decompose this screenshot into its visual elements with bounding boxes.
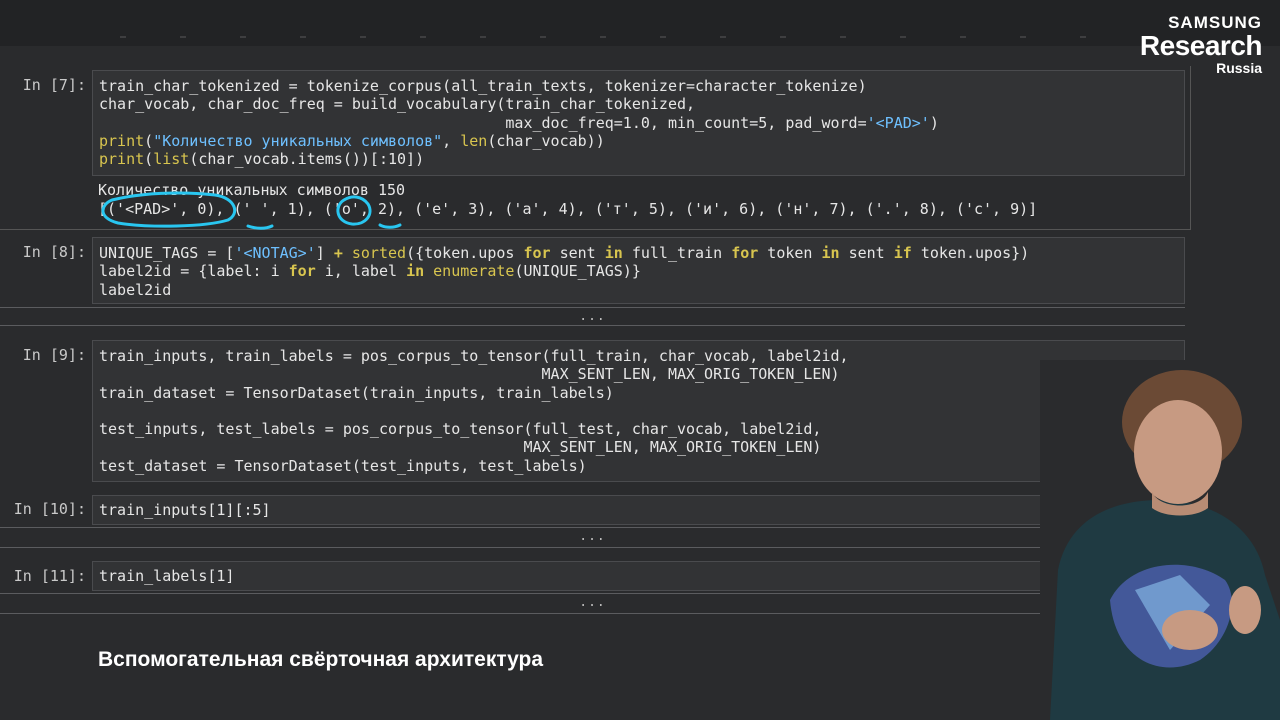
code-token: enumerate [433, 262, 515, 281]
code-token: ) [929, 113, 939, 132]
code-token: train_labels[1] [99, 567, 235, 585]
code-token: "Количество уникальных символов" [153, 131, 443, 150]
code-token: list [153, 150, 190, 169]
scrolled-text-remnant [120, 36, 1110, 38]
cell-11-prompt: In [11]: [13, 567, 86, 585]
cell-11-separator [0, 593, 1185, 594]
cell-7-output-line-1: Количество уникальных символов 150 [98, 181, 406, 199]
code-token: test_inputs, test_labels = pos_corpus_to… [99, 420, 822, 439]
code-token: print [99, 150, 145, 169]
presenter-video-overlay [1040, 360, 1280, 720]
cell-10-code: train_inputs[1][:5] [99, 501, 271, 519]
code-token: ( [144, 150, 154, 169]
code-token: train_char_tokenized = tokenize_corpus(a… [99, 77, 867, 95]
code-token: for [731, 244, 759, 262]
cell-7-code-editor[interactable]: train_char_tokenized = tokenize_corpus(a… [92, 70, 1185, 176]
cell-8-code-editor[interactable]: UNIQUE_TAGS = ['<NOTAG>'] + sorted({toke… [92, 237, 1185, 304]
code-token: MAX_SENT_LEN, MAX_ORIG_TOKEN_LEN) [99, 365, 840, 384]
code-token: char_vocab, char_doc_freq = build_vocabu… [99, 95, 696, 114]
cell-9-code-editor[interactable]: train_inputs, train_labels = pos_corpus_… [92, 340, 1185, 482]
cell-8-code: UNIQUE_TAGS = ['<NOTAG>'] + sorted({toke… [99, 244, 1029, 299]
cell-11-collapsed-output[interactable]: ... [0, 595, 1185, 610]
cell-10-collapsed-output[interactable]: ... [0, 529, 1185, 544]
code-token: ] [315, 244, 334, 262]
cell-11-code: train_labels[1] [99, 567, 234, 585]
code-token: token [758, 244, 822, 262]
markdown-heading: Вспомогательная свёрточная архитектура [98, 648, 544, 671]
code-token: if [893, 244, 912, 262]
code-token: len [460, 131, 488, 150]
code-token: for [523, 244, 551, 262]
code-token: MAX_SENT_LEN, MAX_ORIG_TOKEN_LEN) [99, 438, 822, 457]
code-token: label2id [99, 280, 172, 299]
code-token: print [99, 131, 145, 150]
code-token: '<NOTAG>' [234, 244, 316, 262]
code-token: ({token.upos [406, 244, 524, 262]
code-token: i, label [315, 262, 407, 281]
code-token: max_doc_freq=1.0, min_count=5, pad_word= [99, 113, 867, 132]
code-token: (char_vocab.items())[:10]) [189, 150, 425, 169]
code-token: sent [550, 244, 605, 262]
code-token: UNIQUE_TAGS = [ [99, 244, 235, 262]
logo-line-1: SAMSUNG [1168, 13, 1262, 32]
cell-11-separator-bottom [0, 613, 1185, 614]
code-token: train_inputs[1][:5] [99, 501, 271, 519]
code-token: label2id = {label: i [99, 262, 289, 281]
code-token: in [604, 244, 623, 262]
code-token: full_train [622, 244, 732, 262]
cell-8-separator [0, 307, 1185, 308]
cell-10-separator [0, 527, 1185, 528]
cell-7-output-line-2: [('<PAD>', 0), (' ', 1), ('о', 2), ('е',… [98, 200, 1038, 218]
code-token: train_dataset = TensorDataset(train_inpu… [99, 383, 614, 402]
code-token: token.upos}) [911, 244, 1030, 262]
cell-7-prompt: In [7]: [22, 76, 86, 94]
top-bar [0, 0, 1280, 46]
code-token: sent [839, 244, 894, 262]
code-token: '<PAD>' [866, 113, 930, 132]
cell-8-prompt: In [8]: [22, 243, 86, 261]
cell-7-code: train_char_tokenized = tokenize_corpus(a… [99, 77, 939, 168]
logo-line-2: Research [1139, 30, 1263, 61]
code-token: for [288, 262, 316, 281]
code-token: + [333, 244, 343, 262]
cell-8-collapsed-output[interactable]: ... [0, 309, 1185, 324]
code-token: (char_vocab)) [487, 131, 605, 150]
code-token: test_dataset = TensorDataset(test_inputs… [99, 456, 587, 475]
code-token: train_inputs, train_labels = pos_corpus_… [99, 347, 849, 365]
cell-9-code: train_inputs, train_labels = pos_corpus_… [99, 347, 849, 475]
code-token: (UNIQUE_TAGS)} [514, 262, 641, 281]
code-token: ( [144, 131, 154, 150]
cell-10-prompt: In [10]: [13, 500, 86, 518]
code-token: in [406, 262, 425, 281]
code-token: sorted [351, 244, 407, 262]
cell-8-separator-bottom [0, 325, 1185, 326]
cell-10-separator-bottom [0, 547, 1185, 548]
cell-11-code-editor[interactable]: train_labels[1] [92, 561, 1185, 591]
code-token: in [821, 244, 840, 262]
code-token: , [442, 131, 461, 150]
cell-10-code-editor[interactable]: train_inputs[1][:5] [92, 495, 1185, 525]
cell-9-prompt: In [9]: [22, 346, 86, 364]
